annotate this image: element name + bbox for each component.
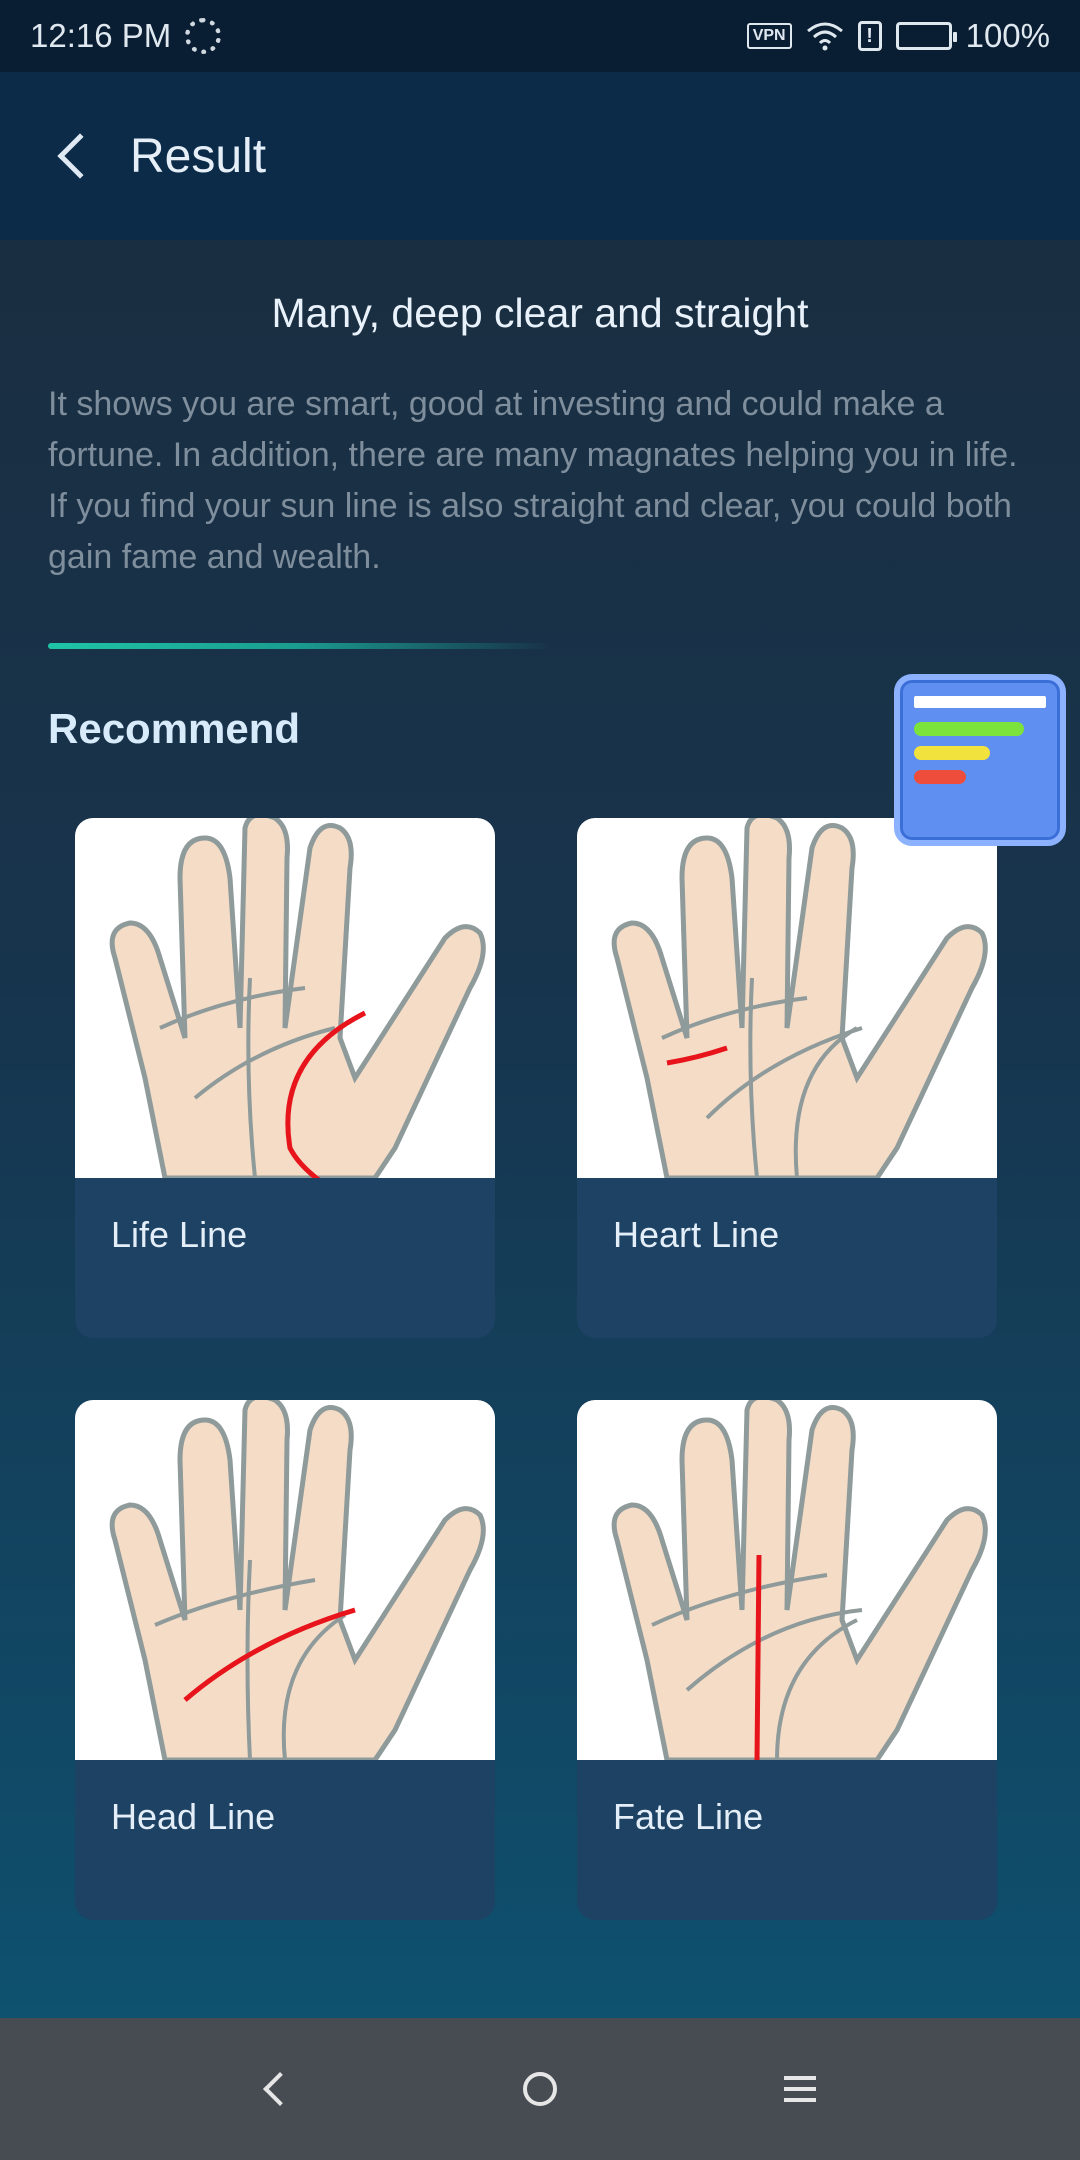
result-description: It shows you are smart, good at investin…: [48, 385, 1018, 576]
palm-image: [75, 818, 495, 1178]
widget-red-bar: [914, 770, 966, 784]
card-heart-line[interactable]: Heart Line: [577, 818, 997, 1338]
recommend-title: Recommend: [48, 705, 301, 752]
card-label: Fate Line: [613, 1796, 764, 1837]
card-label: Heart Line: [613, 1214, 780, 1255]
palm-image: [75, 1400, 495, 1760]
nav-home-button[interactable]: [510, 2059, 570, 2119]
palm-fate-line-illustration: [611, 1400, 988, 1760]
card-label: Head Line: [111, 1796, 276, 1837]
widget-top-bar: [914, 696, 1046, 708]
system-nav-bar: [0, 2018, 1080, 2160]
palm-life-line-illustration: [109, 818, 486, 1178]
status-right: VPN ! 100%: [746, 17, 1050, 55]
nav-menu-icon: [784, 2076, 816, 2102]
section-divider: [48, 643, 548, 649]
app-bar: Result: [0, 72, 1080, 240]
back-button[interactable]: [20, 101, 130, 211]
alert-icon: !: [857, 21, 882, 51]
battery-percent: 100%: [965, 17, 1050, 54]
palm-heart-line-illustration: [611, 818, 988, 1178]
card-fate-line[interactable]: Fate Line: [577, 1400, 997, 1920]
card-life-line[interactable]: Life Line: [75, 818, 495, 1338]
floating-list-widget[interactable]: [894, 674, 1066, 846]
widget-yellow-bar: [914, 746, 990, 760]
battery-icon: [895, 22, 957, 50]
palm-image: [577, 1400, 997, 1760]
nav-back-button[interactable]: [250, 2059, 310, 2119]
nav-home-icon: [523, 2072, 557, 2106]
chevron-left-icon: [57, 133, 103, 179]
result-heading: Many, deep clear and straight: [271, 290, 809, 336]
status-left: 12:16 PM: [30, 17, 222, 55]
nav-menu-button[interactable]: [770, 2059, 830, 2119]
status-bar: 12:16 PM VPN ! 100%: [0, 0, 1080, 72]
widget-green-bar: [914, 722, 1024, 736]
vpn-icon: VPN: [746, 23, 792, 49]
card-head-line[interactable]: Head Line: [75, 1400, 495, 1920]
palm-head-line-illustration: [109, 1400, 486, 1760]
sync-icon: [185, 18, 222, 54]
page-title: Result: [130, 129, 267, 183]
card-label: Life Line: [111, 1214, 248, 1255]
nav-back-icon: [263, 2072, 297, 2106]
palm-image: [577, 818, 997, 1178]
status-time: 12:16 PM: [30, 17, 172, 54]
result-content: Many, deep clear and straight It shows y…: [48, 240, 1032, 753]
wifi-icon: [806, 22, 843, 51]
